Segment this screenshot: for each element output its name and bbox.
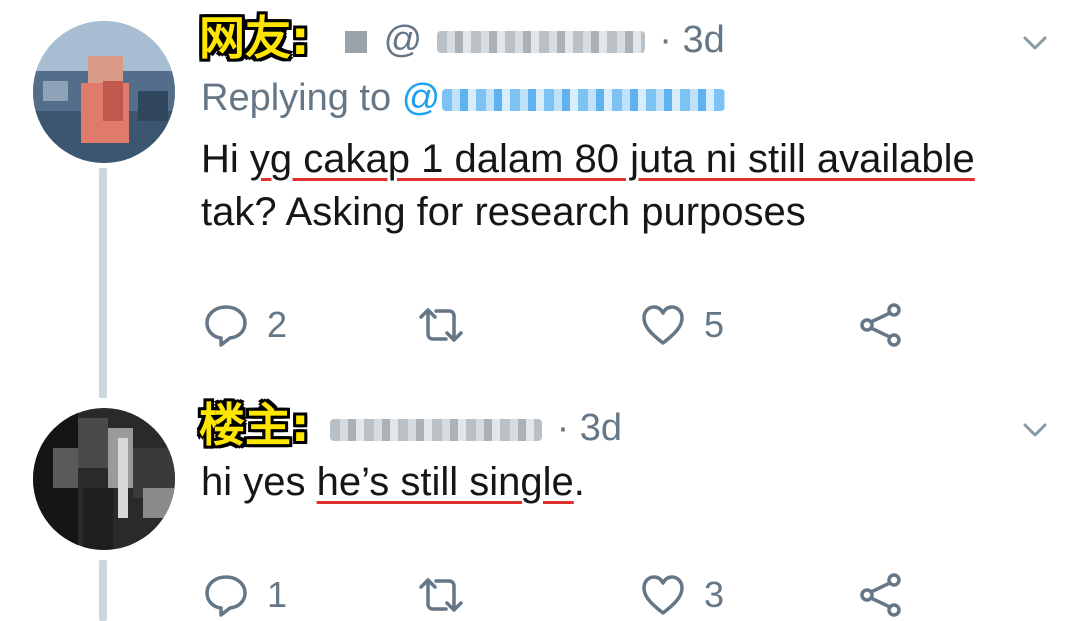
replying-to: Replying to @ <box>201 77 726 119</box>
blurred-mention <box>442 88 726 111</box>
mention-at: @ <box>401 77 441 119</box>
reply-button[interactable]: 2 <box>203 302 287 348</box>
reply-button[interactable]: 1 <box>203 572 287 618</box>
tweet-text: Hi yg cakap 1 dalam 80 juta ni still ava… <box>201 133 975 239</box>
like-icon <box>642 305 684 345</box>
reply-mention[interactable]: @ <box>402 77 726 119</box>
share-button[interactable] <box>858 302 904 348</box>
retweet-button[interactable] <box>418 302 482 348</box>
like-icon <box>642 575 684 615</box>
tweet-meta: @ · 3d <box>345 21 725 59</box>
blurred-name <box>330 418 542 441</box>
chevron-down-icon[interactable] <box>1020 28 1050 58</box>
tweet-time: · 3d <box>556 407 623 449</box>
retweet-icon <box>419 578 463 612</box>
text-part: hi yes <box>201 460 317 504</box>
underlined-text: he’s still single <box>316 460 574 504</box>
share-icon <box>860 303 901 347</box>
tweet-time: · 3d <box>659 19 725 61</box>
thread-line-2 <box>99 560 107 621</box>
share-button[interactable] <box>858 572 904 618</box>
retweet-icon <box>419 308 463 342</box>
avatar[interactable] <box>33 21 175 163</box>
like-count: 5 <box>704 304 725 345</box>
underlined-text: yg cakap 1 dalam 80 juta ni still availa… <box>249 137 975 181</box>
blurred-handle <box>436 30 645 53</box>
text-part: Hi <box>201 137 250 181</box>
share-icon <box>860 573 901 617</box>
handle-prefix: @ <box>383 19 423 61</box>
retweet-button[interactable] <box>418 572 482 618</box>
text-line-2: tak? Asking for research purposes <box>201 190 806 234</box>
reply-count: 1 <box>267 574 288 615</box>
reply-icon <box>205 305 247 347</box>
avatar[interactable] <box>33 408 175 550</box>
tweet-text: hi yes he’s still single. <box>201 456 585 509</box>
like-button[interactable]: 5 <box>640 302 724 348</box>
chevron-down-icon[interactable] <box>1020 415 1050 445</box>
text-part: . <box>573 460 585 504</box>
like-button[interactable]: 3 <box>640 572 724 618</box>
thread-line-1 <box>99 168 107 398</box>
blurred-name <box>345 30 367 53</box>
like-count: 3 <box>704 574 725 615</box>
reply-icon <box>205 575 247 617</box>
user-tag: 网友: <box>199 11 310 65</box>
replying-to-label: Replying to <box>201 77 392 119</box>
tweet-meta: · 3d <box>330 409 622 447</box>
reply-count: 2 <box>267 304 288 345</box>
user-tag: 楼主: <box>199 398 310 452</box>
